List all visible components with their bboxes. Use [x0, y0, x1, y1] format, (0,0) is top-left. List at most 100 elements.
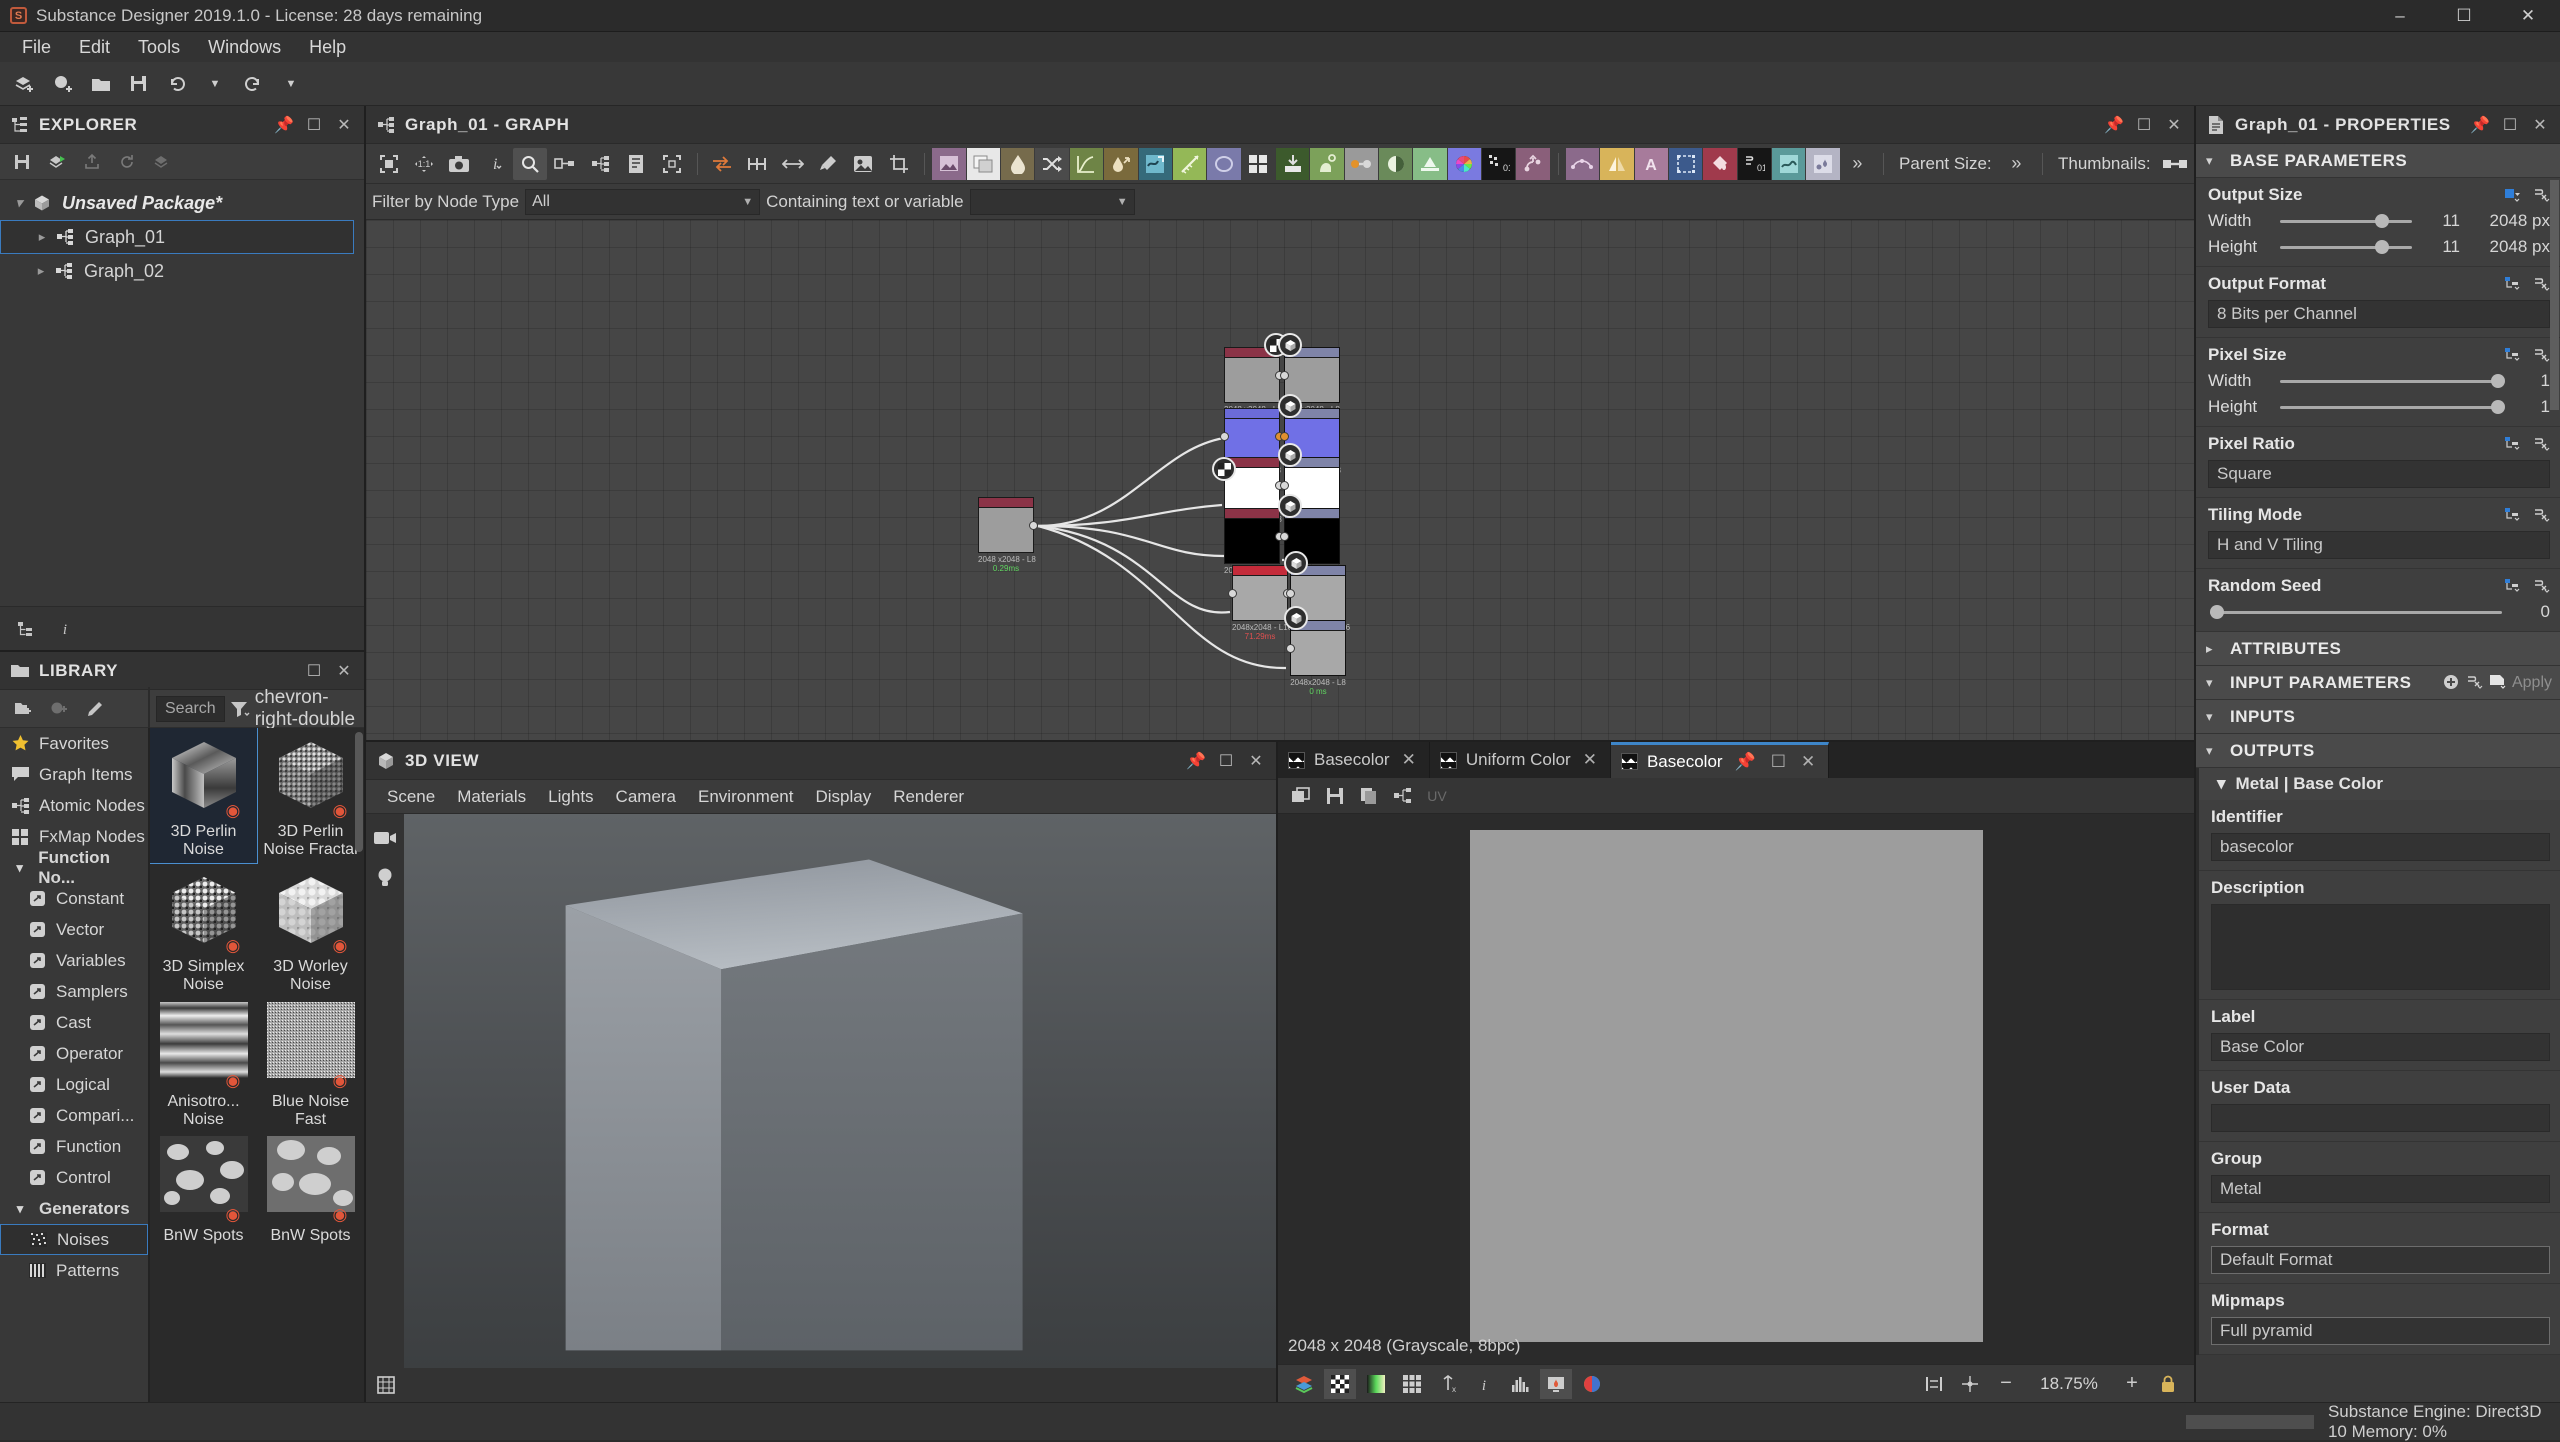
preset-icon[interactable]: [2489, 674, 2506, 691]
inherit-icon[interactable]: [2504, 436, 2521, 453]
zoom-level-value[interactable]: 18.75%: [2026, 1374, 2112, 1394]
library-category-samplers[interactable]: Samplers: [0, 976, 148, 1007]
library-category-patterns[interactable]: Patterns: [0, 1255, 148, 1286]
pin-icon[interactable]: 📌: [1732, 752, 1759, 772]
node-input-port[interactable]: [1280, 371, 1289, 380]
edit-icon[interactable]: [80, 695, 110, 723]
function-icon[interactable]: [2533, 436, 2550, 453]
library-item-anisotropic-noise[interactable]: ◉ Anisotro... Noise: [150, 998, 257, 1133]
tiling-grid-icon[interactable]: [1396, 1369, 1428, 1399]
userdata-input[interactable]: [2211, 1104, 2550, 1132]
close-icon[interactable]: ✕: [2526, 111, 2554, 139]
link-nodes-icon[interactable]: [741, 148, 774, 180]
float-icon[interactable]: ☐: [300, 111, 328, 139]
tab-basecolor-2[interactable]: Basecolor 📌 ☐ ✕: [1611, 742, 1829, 778]
save-all-icon[interactable]: [122, 67, 156, 101]
section-base-parameters[interactable]: ▾ BASE PARAMETERS: [2196, 144, 2560, 178]
cube-badge-icon[interactable]: [1278, 394, 1302, 418]
close-button[interactable]: ✕: [2496, 0, 2560, 32]
channel-rgb-icon[interactable]: [1576, 1369, 1608, 1399]
expand-arrow[interactable]: ▾: [8, 195, 30, 211]
function-icon[interactable]: [2533, 507, 2550, 524]
relative-absolute-icon[interactable]: [2504, 187, 2521, 204]
graph-node-source[interactable]: 2048 x2048 - L8 0.29ms: [978, 497, 1034, 573]
redo-history-dropdown-icon[interactable]: ▼: [274, 67, 308, 101]
tree-view-icon[interactable]: [10, 614, 40, 644]
close-icon[interactable]: ✕: [2160, 111, 2188, 139]
library-category-function[interactable]: Function: [0, 1131, 148, 1162]
view3d-menu-display[interactable]: Display: [804, 784, 882, 810]
identifier-input[interactable]: basecolor: [2211, 833, 2550, 861]
menu-windows[interactable]: Windows: [194, 33, 295, 62]
center-view-icon[interactable]: [1954, 1369, 1986, 1399]
pick-color-icon[interactable]: x: [1432, 1369, 1464, 1399]
inherit-icon[interactable]: [2504, 276, 2521, 293]
library-category-function-nodes[interactable]: ▾ Function No...: [0, 852, 148, 883]
inherit-icon[interactable]: [2504, 578, 2521, 595]
label-input[interactable]: Base Color: [2211, 1033, 2550, 1061]
group-input[interactable]: Metal: [2211, 1175, 2550, 1203]
library-category-constant[interactable]: Constant: [0, 883, 148, 914]
undo-icon[interactable]: [160, 67, 194, 101]
search-icon[interactable]: [513, 148, 546, 180]
reference-icon[interactable]: [847, 148, 880, 180]
graph-node-output-gray-3[interactable]: 2048x2048 - L8 0 ms: [1290, 620, 1346, 696]
checker-badge-icon[interactable]: [1212, 457, 1236, 481]
view3d-menu-environment[interactable]: Environment: [687, 784, 804, 810]
view3d-menu-renderer[interactable]: Renderer: [882, 784, 975, 810]
graph-link-icon[interactable]: [1388, 782, 1418, 810]
library-category-control[interactable]: Control: [0, 1162, 148, 1193]
function-icon[interactable]: [2533, 347, 2550, 364]
node-input-port[interactable]: [1220, 432, 1229, 441]
menu-tools[interactable]: Tools: [124, 33, 194, 62]
menu-file[interactable]: File: [8, 33, 65, 62]
export-icon[interactable]: [76, 147, 108, 177]
zoom-in-icon[interactable]: +: [2116, 1369, 2148, 1399]
node-input-port[interactable]: [1286, 589, 1295, 598]
view3d-menu-materials[interactable]: Materials: [446, 784, 537, 810]
node-button-invert[interactable]: [1379, 148, 1412, 180]
sidebar-item-graph-02[interactable]: ▸ Graph_02: [0, 254, 364, 288]
function-icon[interactable]: [2533, 276, 2550, 293]
node-button-text[interactable]: A: [1635, 148, 1668, 180]
save-package-icon[interactable]: [41, 147, 73, 177]
zoom-out-icon[interactable]: −: [1990, 1369, 2022, 1399]
filter-by-node-type-select[interactable]: All ▼: [525, 189, 760, 215]
node-input-port[interactable]: [1280, 432, 1289, 441]
library-scrollbar[interactable]: [355, 732, 363, 852]
chevron-down-icon[interactable]: ▾: [2206, 709, 2220, 725]
output-entry-title-row[interactable]: ▾ Metal | Base Color: [2199, 768, 2560, 800]
node-button-bitmap[interactable]: [932, 148, 965, 180]
close-icon[interactable]: ✕: [1580, 750, 1600, 770]
inherit-icon[interactable]: [2504, 507, 2521, 524]
graph-toolbar-overflow-icon[interactable]: »: [1841, 148, 1874, 180]
pixel-height-slider[interactable]: [2280, 406, 2502, 409]
node-button-link[interactable]: [1345, 148, 1378, 180]
frame-selection-icon[interactable]: [655, 148, 688, 180]
view3d-menu-scene[interactable]: Scene: [376, 784, 446, 810]
properties-scroll-area[interactable]: ▾ BASE PARAMETERS Output Size: [2196, 144, 2560, 1402]
view3d-viewport[interactable]: [404, 814, 1276, 1368]
stretch-icon[interactable]: [776, 148, 809, 180]
align-nodes-icon[interactable]: [549, 148, 582, 180]
library-category-logical[interactable]: Logical: [0, 1069, 148, 1100]
section-outputs[interactable]: ▾ OUTPUTS: [2196, 734, 2560, 768]
cube-badge-icon[interactable]: [1278, 333, 1302, 357]
graph-node-gray-2[interactable]: 2048x2048 - L16 71.29ms: [1232, 565, 1288, 641]
cube-badge-icon[interactable]: [1284, 606, 1308, 630]
node-button-warp[interactable]: [1139, 148, 1172, 180]
menu-help[interactable]: Help: [295, 33, 360, 62]
function-icon[interactable]: [2533, 578, 2550, 595]
cube-badge-icon[interactable]: [1284, 551, 1308, 575]
close-icon[interactable]: ✕: [1798, 752, 1818, 772]
color-ramp-icon[interactable]: [1360, 1369, 1392, 1399]
node-button-value-processor[interactable]: 01: [1738, 148, 1771, 180]
close-icon[interactable]: ✕: [1399, 750, 1419, 770]
duplicate-view-icon[interactable]: [1286, 782, 1316, 810]
library-category-noises[interactable]: Noises: [0, 1224, 148, 1255]
pin-icon[interactable]: 📌: [2100, 111, 2128, 139]
library-item-bnw-spots-2[interactable]: ◉ BnW Spots: [257, 1132, 364, 1249]
function-icon[interactable]: [2533, 187, 2550, 204]
library-category-graph-items[interactable]: Graph Items: [0, 759, 148, 790]
info-icon[interactable]: i: [1468, 1369, 1500, 1399]
